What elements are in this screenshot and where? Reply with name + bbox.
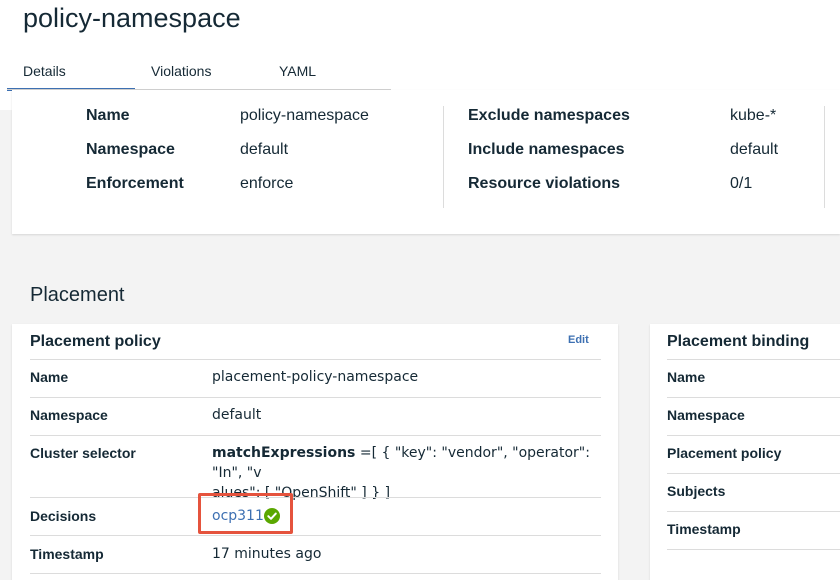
tab-details-label: Details bbox=[23, 63, 66, 79]
row-divider bbox=[667, 435, 840, 436]
detail-label-name: Name bbox=[86, 107, 130, 124]
details-card: Name policy-namespace Namespace default … bbox=[12, 90, 840, 234]
detail-label-include-namespaces: Include namespaces bbox=[468, 141, 625, 158]
binding-label-timestamp: Timestamp bbox=[667, 521, 741, 537]
placement-binding-title: Placement binding bbox=[667, 333, 810, 350]
row-value-namespace: default bbox=[212, 407, 262, 423]
placement-policy-card: Placement policy Edit Name placement-pol… bbox=[12, 324, 618, 580]
check-circle-icon bbox=[264, 508, 280, 524]
edit-link[interactable]: Edit bbox=[568, 334, 589, 346]
column-divider bbox=[824, 106, 825, 208]
row-label-namespace: Namespace bbox=[30, 407, 108, 423]
binding-label-placement-policy: Placement policy bbox=[667, 445, 782, 461]
detail-label-exclude-namespaces: Exclude namespaces bbox=[468, 107, 630, 124]
row-divider bbox=[667, 397, 840, 398]
row-divider bbox=[667, 359, 840, 360]
row-value-timestamp: 17 minutes ago bbox=[212, 546, 322, 562]
tab-bar: Details Violations YAML bbox=[7, 58, 391, 91]
row-divider bbox=[30, 397, 601, 398]
row-label-timestamp: Timestamp bbox=[30, 546, 104, 562]
detail-value-enforcement: enforce bbox=[240, 175, 294, 192]
binding-label-name: Name bbox=[667, 369, 706, 385]
tab-violations[interactable]: Violations bbox=[151, 58, 211, 88]
binding-label-subjects: Subjects bbox=[667, 483, 726, 499]
row-divider bbox=[30, 573, 601, 574]
match-expressions-key: matchExpressions bbox=[212, 445, 356, 461]
row-divider bbox=[30, 359, 601, 360]
detail-value-include-namespaces: default bbox=[730, 141, 779, 158]
placement-policy-title: Placement policy bbox=[30, 333, 161, 350]
detail-value-name: policy-namespace bbox=[240, 107, 369, 124]
row-divider bbox=[30, 535, 601, 536]
cluster-link-ocp311[interactable]: ocp311 bbox=[212, 506, 264, 526]
column-divider bbox=[443, 106, 444, 208]
detail-value-resource-violations: 0/1 bbox=[730, 175, 753, 192]
row-divider bbox=[667, 511, 840, 512]
row-divider bbox=[667, 549, 840, 550]
row-label-name: Name bbox=[30, 369, 69, 385]
detail-label-resource-violations: Resource violations bbox=[468, 175, 621, 192]
binding-label-namespace: Namespace bbox=[667, 407, 745, 423]
row-divider bbox=[667, 473, 840, 474]
row-divider bbox=[30, 435, 601, 436]
row-label-decisions: Decisions bbox=[30, 508, 97, 524]
tab-details[interactable]: Details bbox=[7, 58, 135, 91]
tab-yaml[interactable]: YAML bbox=[279, 58, 316, 88]
page-title: policy-namespace bbox=[23, 3, 241, 33]
placement-section-title: Placement bbox=[30, 284, 125, 306]
detail-value-exclude-namespaces: kube-* bbox=[730, 107, 777, 124]
row-value-name: placement-policy-namespace bbox=[212, 369, 419, 385]
placement-binding-card: Placement binding Name Namespace Placeme… bbox=[650, 324, 840, 580]
detail-value-namespace: default bbox=[240, 141, 289, 158]
detail-label-enforcement: Enforcement bbox=[86, 175, 184, 192]
detail-label-namespace: Namespace bbox=[86, 141, 175, 158]
row-label-cluster-selector: Cluster selector bbox=[30, 445, 136, 461]
row-divider bbox=[30, 497, 601, 498]
